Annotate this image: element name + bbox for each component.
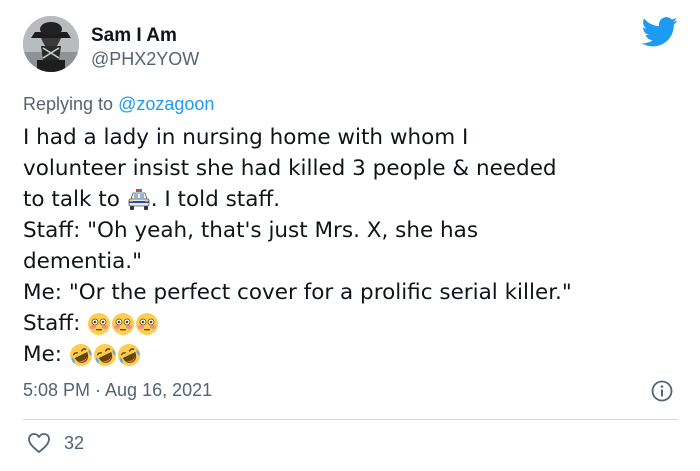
tweet-line: to talk to . I told staff. <box>23 184 683 215</box>
replying-to-label: Replying to <box>23 94 119 114</box>
like-count: 32 <box>64 433 85 453</box>
tweet-line-text: to talk to <box>23 187 127 212</box>
display-name[interactable]: Sam I Am <box>91 25 177 47</box>
rolling-laughing-icon <box>69 343 93 367</box>
user-handle[interactable]: @PHX2YOW <box>91 49 199 70</box>
avatar[interactable] <box>23 16 79 72</box>
tweet-text: I had a lady in nursing home with whom I… <box>23 122 683 370</box>
police-car-emoji-icon <box>127 188 151 212</box>
flushed-face-icon <box>135 312 159 336</box>
tweet-line: Me: "Or the perfect cover for a prolific… <box>23 280 572 305</box>
reply-mention-link[interactable]: @zozagoon <box>118 94 214 114</box>
tweet-line-text: Staff: <box>23 311 88 336</box>
tweet-line: Staff: "Oh yeah, that's just Mrs. X, she… <box>23 218 479 243</box>
tweet-line: dementia." <box>23 249 142 274</box>
tweet-line-text: Me: <box>23 342 69 367</box>
rolling-laughing-icon <box>117 343 141 367</box>
flushed-face-icon <box>87 312 111 336</box>
tweet-line: Me: <box>23 339 683 370</box>
info-icon[interactable] <box>650 379 674 403</box>
tweet-line: Staff: <box>23 308 683 339</box>
rolling-laughing-icon <box>93 343 117 367</box>
tweet-line-text: . I told staff. <box>150 187 281 212</box>
heart-icon[interactable] <box>27 432 51 454</box>
flushed-face-icon <box>111 312 135 336</box>
twitter-bird-icon[interactable] <box>641 17 678 47</box>
divider <box>23 419 678 420</box>
tweet-line: volunteer insist she had killed 3 people… <box>23 156 557 181</box>
tweet-line: I had a lady in nursing home with whom I <box>23 125 469 150</box>
replying-to: Replying to @zozagoon <box>23 94 214 115</box>
tweet-timestamp[interactable]: 5:08 PM · Aug 16, 2021 <box>23 380 212 401</box>
